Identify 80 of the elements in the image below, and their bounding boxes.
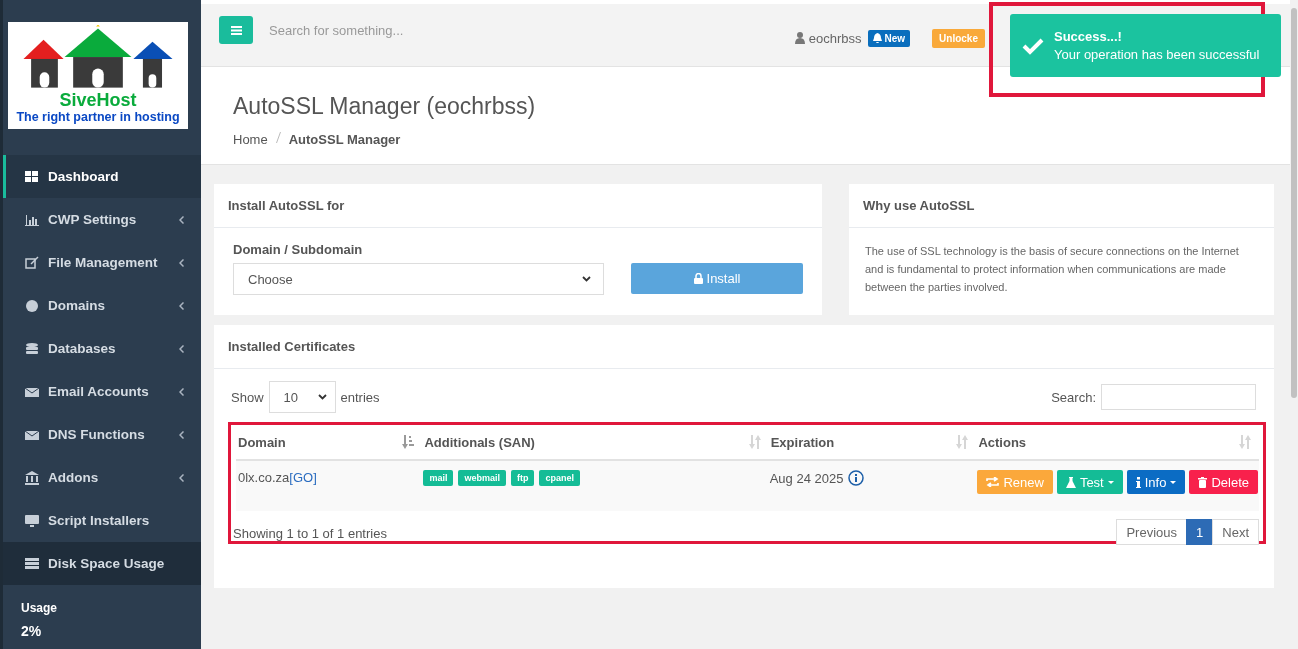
go-link[interactable]: [GO] xyxy=(289,470,317,485)
chevron-icon xyxy=(179,388,184,396)
usage-value: 2% xyxy=(21,623,43,639)
toast-message: Your operation has been successful xyxy=(1054,45,1260,64)
search-label: Search: xyxy=(1051,389,1096,405)
table-search-field[interactable] xyxy=(1101,384,1256,410)
chevron-icon xyxy=(179,302,184,310)
logo-name: SiveHost xyxy=(59,91,137,110)
check-icon xyxy=(1022,36,1044,55)
menu-icon xyxy=(230,25,242,35)
pagination-button[interactable]: 1 xyxy=(1186,519,1214,545)
edit-icon xyxy=(25,255,39,270)
db-icon xyxy=(25,341,39,356)
card-title: Install AutoSSL for xyxy=(214,184,822,228)
grid-icon xyxy=(25,169,39,184)
caret-icon xyxy=(582,276,591,282)
sidebar-item[interactable]: Script Installers xyxy=(3,499,201,542)
chevron-icon xyxy=(179,216,184,224)
page-size-select[interactable]: 10 xyxy=(268,381,336,413)
sort-icon xyxy=(1239,435,1251,449)
caret-icon xyxy=(1170,480,1177,484)
show-label: Show xyxy=(231,389,264,405)
san-tag: mail xyxy=(423,470,454,486)
chevron-icon xyxy=(179,259,184,267)
chevron-icon xyxy=(179,474,184,482)
pagination-button[interactable]: Next xyxy=(1212,519,1259,545)
lock-icon xyxy=(693,273,703,284)
notification-badge[interactable]: New xyxy=(867,29,911,47)
breadcrumb-item: AutoSSL Manager xyxy=(288,132,401,147)
separator-icon xyxy=(275,132,281,143)
sort-icon xyxy=(748,435,761,449)
sidebar-item[interactable]: Databases xyxy=(3,327,201,370)
user-icon xyxy=(794,32,805,44)
toast-title: Success...! xyxy=(1054,27,1123,46)
sidebar-item[interactable]: Dashboard xyxy=(3,155,201,198)
search-field[interactable]: Search for something... xyxy=(267,21,531,39)
monitor-icon xyxy=(25,513,39,528)
usage-label: Usage xyxy=(21,601,59,615)
menu-button[interactable] xyxy=(219,16,253,44)
sort-icon xyxy=(956,435,969,449)
scrollbar[interactable] xyxy=(1290,0,1298,649)
breadcrumb-item[interactable]: Home xyxy=(233,132,268,147)
sidebar-item[interactable]: CWP Settings xyxy=(3,198,201,241)
info-icon xyxy=(1135,476,1141,488)
sort-descending-icon xyxy=(402,435,415,449)
chevron-icon xyxy=(179,345,184,353)
chevron-icon xyxy=(179,431,184,439)
san-tag: cpanel xyxy=(539,470,580,486)
sidebar-item[interactable]: DNS Functions xyxy=(3,413,201,456)
sidebar-item[interactable]: Email Accounts xyxy=(3,370,201,413)
caret-icon xyxy=(317,394,327,400)
bell-icon xyxy=(872,33,882,43)
field-label: Domain / Subdomain xyxy=(233,242,364,257)
logo-tagline: The right partner in hosting xyxy=(16,110,180,124)
bank-icon xyxy=(25,470,39,485)
sidebar-item[interactable]: Addons xyxy=(3,456,201,499)
domain-text: 0lx.co.za xyxy=(238,470,290,485)
sidebar-item[interactable]: Disk Space Usage xyxy=(3,542,201,585)
chart-icon xyxy=(25,212,39,227)
card-title: Installed Certificates xyxy=(214,325,1274,369)
sidebar-item[interactable]: Domains xyxy=(3,284,201,327)
card-title: Why use AutoSSL xyxy=(849,184,1274,228)
info-text: The use of SSL technology is the basis of secure connections on the Internet and is fundamental to protect information when communications are made between the parties involved. xyxy=(864,244,1240,295)
pagination-button[interactable]: Previous xyxy=(1116,519,1188,545)
info-icon[interactable] xyxy=(848,470,865,486)
san-tag: webmail xyxy=(458,470,506,486)
trash-icon xyxy=(1198,476,1208,488)
action-button[interactable]: Delete xyxy=(1189,470,1258,494)
action-button[interactable]: Info xyxy=(1126,470,1186,494)
flask-icon xyxy=(1065,476,1076,488)
username[interactable]: eochrbss xyxy=(808,30,862,46)
page-title: AutoSSL Manager (eochrbss) xyxy=(233,93,537,120)
san-tag: ftp xyxy=(510,470,535,486)
domain-select[interactable]: Choose xyxy=(233,263,604,295)
entries-summary: Showing 1 to 1 of 1 entries xyxy=(233,526,387,541)
entries-label: entries xyxy=(340,389,380,405)
sidebar-item[interactable]: File Management xyxy=(3,241,201,284)
expiration-date: Aug 24 2025 xyxy=(769,470,844,486)
caret-icon xyxy=(1107,480,1114,484)
repeat-icon xyxy=(986,477,1000,487)
